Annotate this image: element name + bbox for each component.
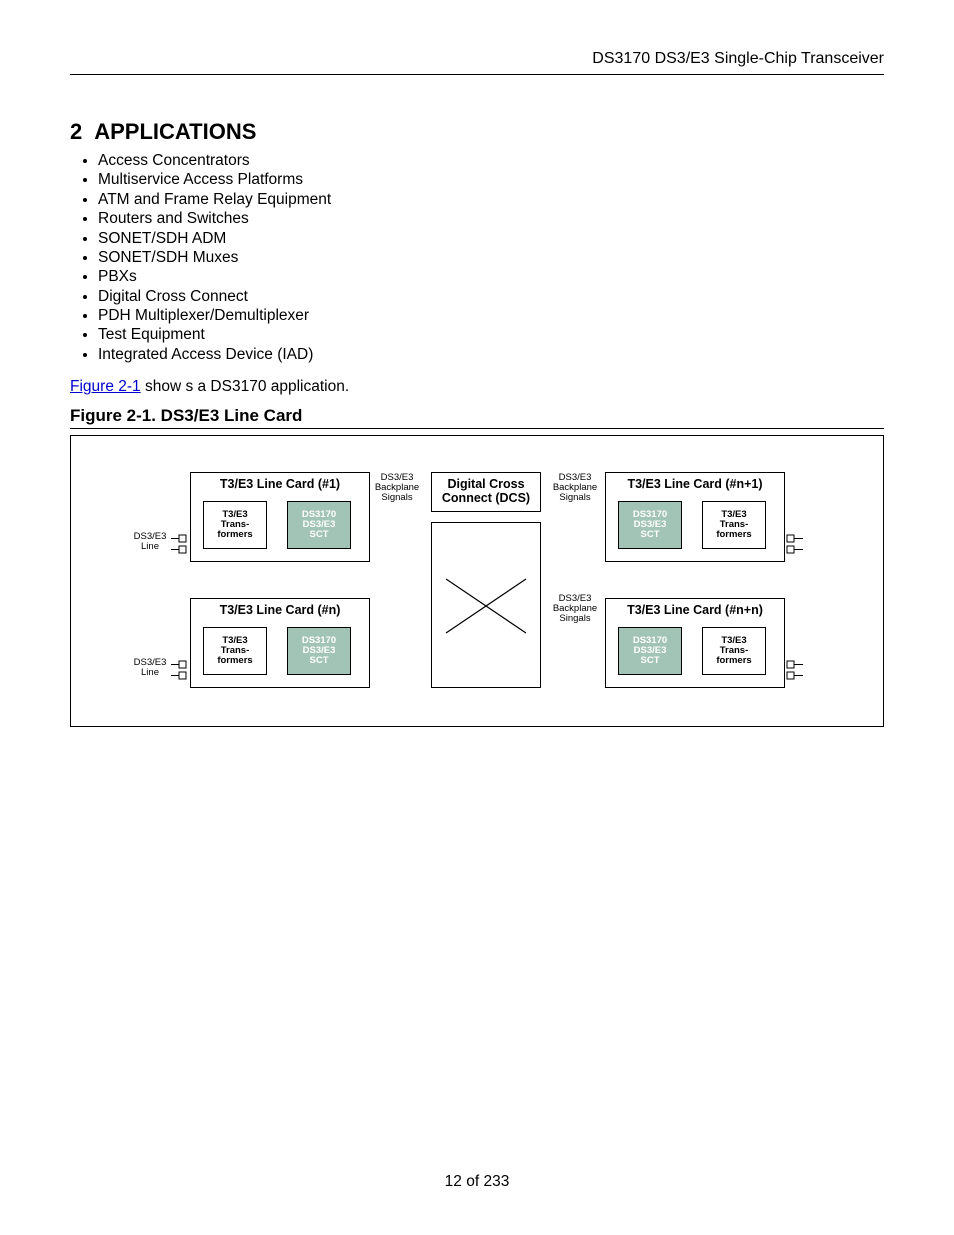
backplane-label: DS3/E3BackplaneSignals (549, 473, 601, 503)
section-number: 2 (70, 119, 82, 144)
list-item: PBXs (98, 267, 884, 286)
figure-reference-line: Figure 2-1 show s a DS3170 application. (70, 378, 884, 396)
list-item: SONET/SDH ADM (98, 229, 884, 248)
section-heading: 2 APPLICATIONS (70, 119, 884, 145)
backplane-label: DS3/E3BackplaneSignals (371, 473, 423, 503)
list-item: Test Equipment (98, 325, 884, 344)
ds3170-chip-box: DS3170DS3/E3SCT (618, 627, 682, 675)
list-item: Access Concentrators (98, 151, 884, 170)
transformers-box: T3/E3Trans-formers (203, 501, 267, 549)
dcs-box: Digital CrossConnect (DCS) (431, 472, 541, 512)
list-item: Routers and Switches (98, 209, 884, 228)
line-card-title: T3/E3 Line Card (#n+n) (606, 603, 784, 617)
list-item: Integrated Access Device (IAD) (98, 345, 884, 364)
document-header: DS3170 DS3/E3 Single-Chip Transceiver (70, 50, 884, 75)
ds3170-chip-box: DS3170DS3/E3SCT (618, 501, 682, 549)
cross-icon (432, 523, 540, 687)
line-connector-icon (783, 657, 807, 681)
line-card-n: T3/E3 Line Card (#n) T3/E3Trans-formers … (190, 598, 370, 688)
line-card-n-plus-1: T3/E3 Line Card (#n+1) DS3170DS3/E3SCT T… (605, 472, 785, 562)
diagram-frame: DS3/E3Line DS3/E3Line T3/E3 Line Card (# (70, 435, 884, 727)
list-item: SONET/SDH Muxes (98, 248, 884, 267)
list-item: PDH Multiplexer/Demultiplexer (98, 306, 884, 325)
figure-link[interactable]: Figure 2-1 (70, 378, 141, 395)
line-connector-icon (783, 531, 807, 555)
list-item: Digital Cross Connect (98, 287, 884, 306)
line-card-n-plus-n: T3/E3 Line Card (#n+n) DS3170DS3/E3SCT T… (605, 598, 785, 688)
figure-caption: Figure 2-1. DS3/E3 Line Card (70, 406, 884, 429)
dcs-body (431, 522, 541, 688)
page-number: 12 of 233 (0, 1173, 954, 1191)
backplane-label: DS3/E3BackplaneSingals (549, 594, 601, 624)
list-item: ATM and Frame Relay Equipment (98, 190, 884, 209)
transformers-box: T3/E3Trans-formers (702, 627, 766, 675)
ds3170-chip-box: DS3170DS3/E3SCT (287, 627, 351, 675)
line-card-title: T3/E3 Line Card (#n) (191, 603, 369, 617)
list-item: Multiservice Access Platforms (98, 170, 884, 189)
transformers-box: T3/E3Trans-formers (702, 501, 766, 549)
ds3e3-line-label: DS3/E3Line (129, 658, 171, 678)
line-card-title: T3/E3 Line Card (#1) (191, 477, 369, 491)
line-card-1: T3/E3 Line Card (#1) T3/E3Trans-formers … (190, 472, 370, 562)
figure-reference-tail: show s a DS3170 application. (141, 378, 350, 395)
ds3e3-line-label: DS3/E3Line (129, 532, 171, 552)
applications-list: Access Concentrators Multiservice Access… (70, 151, 884, 364)
section-title: APPLICATIONS (94, 119, 256, 144)
line-card-title: T3/E3 Line Card (#n+1) (606, 477, 784, 491)
transformers-box: T3/E3Trans-formers (203, 627, 267, 675)
ds3170-chip-box: DS3170DS3/E3SCT (287, 501, 351, 549)
